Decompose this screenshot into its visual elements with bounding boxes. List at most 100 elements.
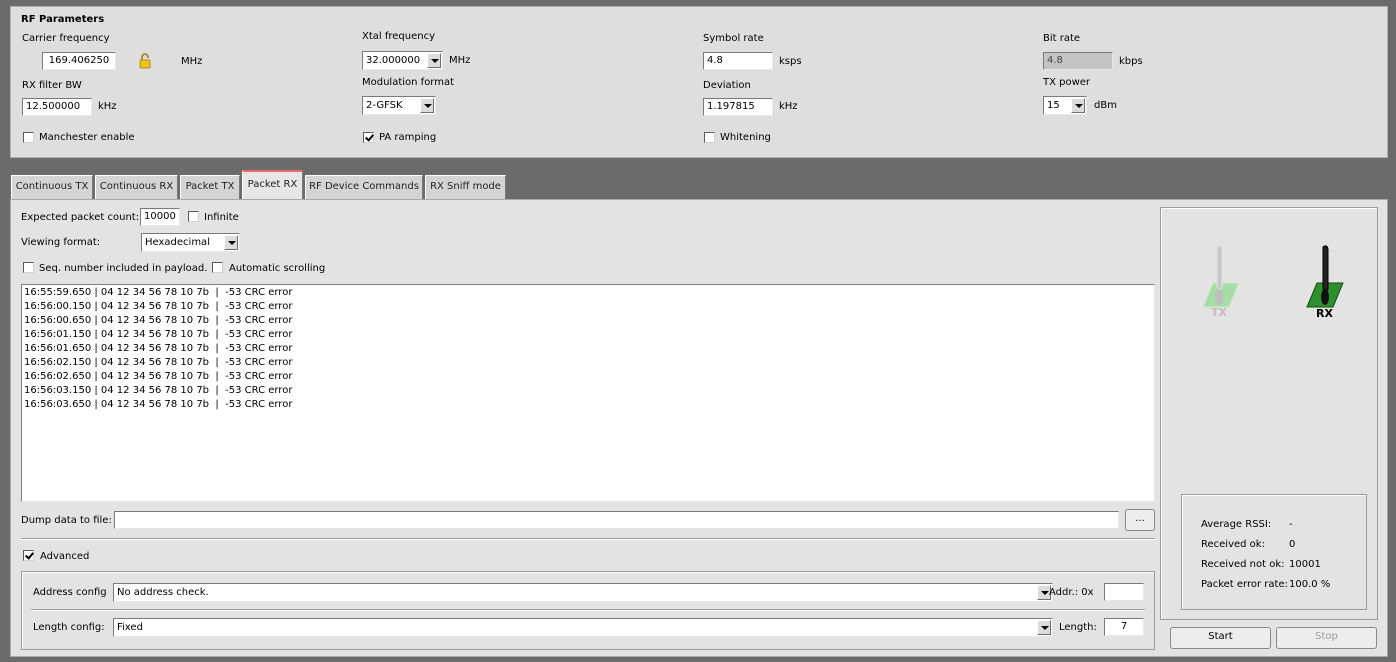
dump-data-label: Dump data to file: bbox=[21, 515, 112, 526]
received-not-ok-label: Received not ok: bbox=[1201, 559, 1285, 570]
expected-packet-count-input[interactable]: 10000 bbox=[140, 208, 180, 226]
bit-rate-label: Bit rate bbox=[1043, 33, 1081, 44]
modulation-format-label: Modulation format bbox=[362, 77, 455, 88]
received-not-ok-value: 10001 bbox=[1289, 559, 1321, 570]
log-line: 16:56:00.150 | 04 12 34 56 78 10 7b | -5… bbox=[24, 301, 293, 312]
rx-statistics-group: Average RSSI: - Received ok: 0 Received … bbox=[1181, 494, 1367, 610]
chevron-down-icon[interactable] bbox=[224, 235, 238, 250]
rf-parameters-panel: RF Parameters Carrier frequency 169.4062… bbox=[10, 6, 1388, 158]
start-button[interactable]: Start bbox=[1170, 627, 1271, 649]
carrier-frequency-input[interactable]: 169.406250 bbox=[42, 52, 116, 70]
length-label: Length: bbox=[1059, 622, 1097, 633]
symbol-rate-unit: ksps bbox=[779, 56, 802, 67]
length-config-select[interactable]: Fixed bbox=[113, 618, 1053, 637]
rx-filter-bw-input[interactable]: 12.500000 bbox=[22, 98, 92, 116]
chevron-down-icon[interactable] bbox=[427, 53, 441, 68]
log-line: 16:56:00.650 | 04 12 34 56 78 10 7b | -5… bbox=[24, 315, 293, 326]
address-config-label: Address config bbox=[33, 587, 107, 598]
tab-rx-sniff-mode[interactable]: RX Sniff mode bbox=[425, 175, 506, 199]
packet-log-area[interactable]: 16:55:59.650 | 04 12 34 56 78 10 7b | -5… bbox=[21, 284, 1155, 502]
automatic-scrolling-label: Automatic scrolling bbox=[229, 263, 326, 274]
expected-packet-count-label: Expected packet count: bbox=[21, 212, 140, 223]
deviation-unit: kHz bbox=[779, 101, 798, 112]
pa-ramping-checkbox[interactable] bbox=[363, 132, 374, 143]
bit-rate-unit: kbps bbox=[1119, 56, 1143, 67]
tx-power-value: 15 bbox=[1047, 100, 1060, 111]
log-line: 16:56:01.650 | 04 12 34 56 78 10 7b | -5… bbox=[24, 343, 293, 354]
whitening-label: Whitening bbox=[720, 132, 771, 143]
chevron-down-icon[interactable] bbox=[420, 98, 434, 113]
rf-parameters-title: RF Parameters bbox=[21, 14, 105, 25]
seq-number-label: Seq. number included in payload. bbox=[39, 263, 208, 274]
tx-power-select[interactable]: 15 bbox=[1043, 96, 1087, 115]
log-line: 16:56:02.150 | 04 12 34 56 78 10 7b | -5… bbox=[24, 357, 293, 368]
address-config-value: No address check. bbox=[117, 587, 209, 598]
carrier-frequency-unit: MHz bbox=[181, 56, 203, 67]
packet-error-rate-label: Packet error rate: bbox=[1201, 579, 1288, 590]
symbol-rate-input[interactable]: 4.8 bbox=[703, 52, 773, 70]
address-config-select[interactable]: No address check. bbox=[113, 583, 1053, 602]
packet-rx-panel: Expected packet count: 10000 Infinite Vi… bbox=[10, 199, 1388, 657]
address-input[interactable] bbox=[1104, 583, 1144, 601]
advanced-checkbox[interactable] bbox=[23, 550, 34, 561]
received-ok-value: 0 bbox=[1289, 539, 1296, 550]
viewing-format-label: Viewing format: bbox=[21, 237, 101, 248]
log-line: 16:55:59.650 | 04 12 34 56 78 10 7b | -5… bbox=[24, 287, 293, 298]
whitening-checkbox[interactable] bbox=[704, 132, 715, 143]
manchester-enable-label: Manchester enable bbox=[39, 132, 135, 143]
tab-continuous-tx[interactable]: Continuous TX bbox=[11, 175, 93, 199]
length-config-label: Length config: bbox=[33, 622, 105, 633]
seq-number-checkbox[interactable] bbox=[23, 262, 34, 273]
viewing-format-value: Hexadecimal bbox=[145, 237, 210, 248]
deviation-input[interactable]: 1.197815 bbox=[703, 98, 773, 116]
tab-packet-rx[interactable]: Packet RX bbox=[242, 170, 303, 200]
length-config-value: Fixed bbox=[117, 622, 143, 633]
viewing-format-select[interactable]: Hexadecimal bbox=[141, 233, 240, 252]
xtal-frequency-select[interactable]: 32.000000 bbox=[362, 51, 443, 70]
deviation-label: Deviation bbox=[703, 80, 751, 91]
tab-continuous-rx[interactable]: Continuous RX bbox=[95, 175, 178, 199]
rx-filter-bw-unit: kHz bbox=[98, 101, 117, 112]
tx-power-unit: dBm bbox=[1094, 100, 1117, 111]
chevron-down-icon[interactable] bbox=[1071, 98, 1085, 113]
divider bbox=[21, 538, 1155, 540]
log-line: 16:56:02.650 | 04 12 34 56 78 10 7b | -5… bbox=[24, 371, 293, 382]
log-line: 16:56:03.150 | 04 12 34 56 78 10 7b | -5… bbox=[24, 385, 293, 396]
rx-filter-bw-label: RX filter BW bbox=[22, 80, 82, 91]
chevron-down-icon[interactable] bbox=[1037, 620, 1051, 635]
packet-error-rate-value: 100.0 % bbox=[1289, 579, 1331, 590]
length-input[interactable]: 7 bbox=[1104, 618, 1144, 636]
advanced-label: Advanced bbox=[40, 551, 90, 562]
xtal-frequency-label: Xtal frequency bbox=[362, 31, 436, 42]
bit-rate-field: 4.8 bbox=[1043, 52, 1113, 70]
xtal-frequency-unit: MHz bbox=[449, 55, 471, 66]
infinite-checkbox[interactable] bbox=[188, 211, 199, 222]
tx-power-label: TX power bbox=[1043, 77, 1091, 88]
divider bbox=[31, 609, 1145, 611]
tab-packet-tx[interactable]: Packet TX bbox=[180, 175, 240, 199]
pa-ramping-label: PA ramping bbox=[379, 132, 437, 143]
received-ok-label: Received ok: bbox=[1201, 539, 1265, 550]
status-column: TX RX Average RSSI: - Received ok: 0 Rec… bbox=[1160, 207, 1378, 620]
automatic-scrolling-checkbox[interactable] bbox=[212, 262, 223, 273]
dump-file-input[interactable] bbox=[114, 511, 1119, 529]
manchester-enable-checkbox[interactable] bbox=[23, 132, 34, 143]
unlocked-padlock-icon[interactable] bbox=[139, 53, 151, 69]
log-line: 16:56:03.650 | 04 12 34 56 78 10 7b | -5… bbox=[24, 399, 293, 410]
modulation-format-select[interactable]: 2-GFSK bbox=[362, 96, 436, 115]
tx-label: TX bbox=[1211, 306, 1227, 319]
avg-rssi-value: - bbox=[1289, 519, 1293, 530]
xtal-frequency-value: 32.000000 bbox=[366, 55, 421, 66]
browse-button[interactable]: ... bbox=[1125, 509, 1155, 531]
infinite-label: Infinite bbox=[204, 212, 239, 223]
addr-label: Addr.: 0x bbox=[1049, 587, 1094, 598]
advanced-config-group: Address config No address check. Addr.: … bbox=[21, 571, 1155, 650]
symbol-rate-label: Symbol rate bbox=[703, 33, 764, 44]
log-line: 16:56:01.150 | 04 12 34 56 78 10 7b | -5… bbox=[24, 329, 293, 340]
avg-rssi-label: Average RSSI: bbox=[1201, 519, 1272, 530]
tab-rf-device-commands[interactable]: RF Device Commands bbox=[305, 175, 423, 199]
stop-button[interactable]: Stop bbox=[1276, 627, 1377, 649]
carrier-frequency-label: Carrier frequency bbox=[22, 33, 110, 44]
modulation-format-value: 2-GFSK bbox=[366, 100, 403, 111]
rx-label: RX bbox=[1316, 307, 1333, 320]
